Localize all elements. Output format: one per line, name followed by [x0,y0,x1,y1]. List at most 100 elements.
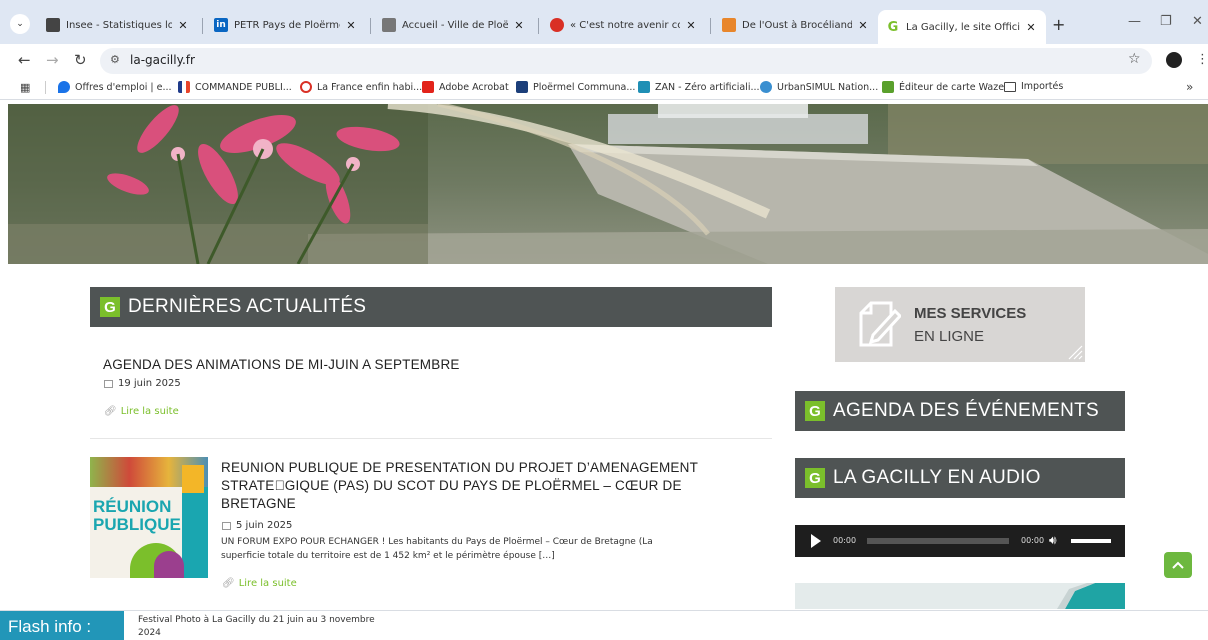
flash-info-line: Festival Photo à La Gacilly du 21 juin a… [138,615,375,625]
bookmark-separator [45,81,46,94]
url-text[interactable]: la-gacilly.fr [130,53,195,67]
close-tab-icon[interactable]: ✕ [176,19,190,32]
zan-icon [638,81,650,93]
bookmark-label: COMMANDE PUBLI... [195,81,292,93]
record-icon [550,18,564,32]
bookmark-commande-publique[interactable]: COMMANDE PUBLI... [178,81,292,93]
scroll-to-top-button[interactable] [1164,552,1192,578]
read-more-link[interactable]: 🔗︎ Lire la suite [222,578,297,589]
sidebar-promo-image[interactable] [795,583,1125,609]
news-section-header: G DERNIÈRES ACTUALITÉS [90,287,772,327]
close-tab-icon[interactable]: ✕ [1024,21,1038,34]
bookmark-waze-editor[interactable]: Éditeur de carte Waze [882,81,1004,93]
urbansimul-icon [760,81,772,93]
tab-avenir[interactable]: « C'est notre avenir comm ✕ [542,10,706,40]
tab-title: PETR Pays de Ploërmel - C [234,19,340,31]
article-excerpt: UN FORUM EXPO POUR ECHANGER ! Les habita… [221,535,766,563]
tab-la-gacilly[interactable]: G La Gacilly, le site Officiel d ✕ [878,10,1046,44]
audio-player: 00:00 00:00 🔊︎ [795,525,1125,557]
bookmark-zan[interactable]: ZAN - Zéro artificiali... [638,81,760,93]
tab-title: Accueil - Ville de Ploërmel [402,19,508,31]
bookmark-label: Offres d'emploi | e... [75,81,172,93]
chevron-up-icon [1172,561,1184,569]
bookmark-folder-importes[interactable]: Importés [1004,81,1063,92]
profile-avatar[interactable] [1166,52,1182,68]
bookmark-adobe-acrobat[interactable]: Adobe Acrobat [422,81,509,93]
link-icon: 🔗︎ [104,406,117,417]
close-tab-icon[interactable]: ✕ [344,19,358,32]
bookmarks-bar: ▦ Offres d'emploi | e... COMMANDE PUBLI.… [0,76,1208,100]
tab-title: De l'Oust à Brocéliande Co [742,19,852,31]
folder-icon [1004,81,1016,92]
tab-oust[interactable]: De l'Oust à Brocéliande Co ✕ [714,10,878,40]
services-title-bold: MES SERVICES [914,305,1027,322]
close-tab-icon[interactable]: ✕ [684,19,698,32]
close-tab-icon[interactable]: ✕ [856,19,870,32]
flash-info-bar: Flash info : Festival Photo à La Gacilly… [0,610,1208,640]
tab-petr[interactable]: in PETR Pays de Ploërmel - C ✕ [206,10,366,40]
gacilly-g-icon: G [887,19,899,35]
play-icon[interactable] [811,534,821,548]
bookmark-label: ZAN - Zéro artificiali... [655,81,760,93]
bookmark-france-habitable[interactable]: La France enfin habi... [300,81,422,93]
address-bar[interactable]: ⚙ la-gacilly.fr ☆ [100,48,1152,74]
hero-photo-illustration [8,104,1208,264]
online-services-banner[interactable]: MES SERVICES EN LIGNE [835,287,1085,362]
apps-grid-icon[interactable]: ▦ [20,81,30,94]
close-tab-icon[interactable]: ✕ [512,19,526,32]
link-icon: 🔗︎ [222,578,235,589]
bookmark-ploermel-communaute[interactable]: Ploërmel Communa... [516,81,635,93]
browser-tab-strip: ⌄ Insee - Statistiques locales ✕ in PETR… [0,0,1208,44]
more-bookmarks-icon[interactable]: » [1186,80,1193,94]
bookmark-urbansimul[interactable]: UrbanSIMUL Nation... [760,81,878,93]
hero-banner-image [8,104,1208,264]
restore-icon[interactable]: ❐ [1160,14,1172,29]
bookmark-offres-emploi[interactable]: Offres d'emploi | e... [58,81,172,93]
document-edit-icon [859,301,901,347]
menu-kebab-icon[interactable]: ⋮ [1196,52,1208,67]
read-more-link[interactable]: 🔗︎ Lire la suite [104,406,179,417]
volume-slider[interactable] [1071,539,1111,543]
tab-search-button[interactable]: ⌄ [10,14,30,34]
calendar-icon [222,521,231,530]
site-info-icon[interactable]: ⚙ [110,53,120,66]
article-title[interactable]: REUNION PUBLIQUE DE PRESENTATION DU PROJ… [221,459,761,513]
minimize-icon[interactable]: — [1128,14,1141,29]
flash-info-line: 2024 [138,628,161,638]
article-thumbnail[interactable]: RÉUNION PUBLIQUE [90,457,208,578]
bookmark-label: Éditeur de carte Waze [899,81,1005,93]
volume-icon[interactable]: 🔊︎ [1049,533,1057,548]
reload-icon[interactable]: ↻ [74,51,87,69]
french-flag-icon [178,81,190,93]
audio-progress-bar[interactable] [867,538,1009,544]
article-date-text: 19 juin 2025 [118,378,181,389]
flash-info-text[interactable]: Festival Photo à La Gacilly du 21 juin a… [138,614,438,640]
services-title-light: EN LIGNE [914,328,985,345]
acrobat-icon [422,81,434,93]
forward-icon[interactable]: → [46,51,59,69]
audio-section-header: G LA GACILLY EN AUDIO [795,458,1125,498]
calendar-icon [104,379,113,388]
article-title-line: BRETAGNE [221,496,296,511]
tab-ploermel[interactable]: Accueil - Ville de Ploërmel ✕ [374,10,534,40]
bookmark-label: La France enfin habi... [317,81,423,93]
tab-insee[interactable]: Insee - Statistiques locales ✕ [38,10,198,40]
ploermel-communaute-icon [516,81,528,93]
close-window-icon[interactable]: ✕ [1192,14,1203,29]
tab-separator [710,18,711,34]
tab-title: Insee - Statistiques locales [66,19,172,31]
insee-icon [46,18,60,32]
bookmark-star-icon[interactable]: ☆ [1128,51,1141,67]
audio-total-time: 00:00 [1021,536,1045,545]
agenda-section-header[interactable]: G AGENDA DES ÉVÉNEMENTS [795,391,1125,431]
read-more-label: Lire la suite [238,578,297,589]
bookmark-label: Adobe Acrobat [439,81,509,93]
tab-separator [370,18,371,34]
excerpt-line: UN FORUM EXPO POUR ECHANGER ! Les habita… [221,537,653,547]
article-title[interactable]: AGENDA DES ANIMATIONS DE MI-JUIN A SEPTE… [103,356,763,374]
audio-section-title: LA GACILLY EN AUDIO [833,467,1041,488]
article-divider [90,438,772,439]
article-title-line: STRATE GIQUE (PAS) DU SCOT DU PAYS DE PL… [221,478,682,493]
back-icon[interactable]: ← [18,51,31,69]
new-tab-button[interactable]: + [1052,15,1065,34]
